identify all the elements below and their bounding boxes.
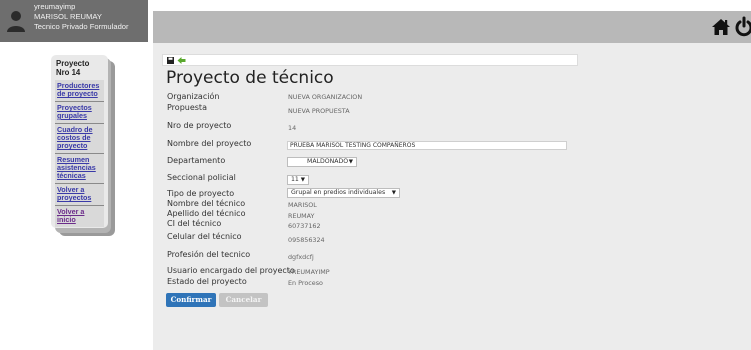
sidebar-link-volver-proyectos[interactable]: Volver a proyectos xyxy=(55,186,104,206)
chevron-down-icon: ▼ xyxy=(300,177,305,183)
page-title: Proyecto de técnico xyxy=(166,68,334,88)
tipo-proyecto-select[interactable]: Grupal en predios individuales ▼ xyxy=(287,188,400,198)
ci-tecnico-label: CI del técnico xyxy=(167,219,222,228)
estado-proyecto-label: Estado del proyecto xyxy=(167,277,247,286)
departamento-selected: MALDONADO xyxy=(307,158,349,165)
nombre-proyecto-input[interactable]: PRUEBA MARISOL TESTING COMPAÑEROS xyxy=(287,141,567,150)
chevron-down-icon: ▼ xyxy=(348,159,353,165)
back-arrow-icon[interactable] xyxy=(177,56,186,65)
nro-proyecto-label: Nro de proyecto xyxy=(167,121,232,130)
sidebar-subtitle: Nro 14 xyxy=(56,68,81,77)
sidebar-link-resumen-asistencias[interactable]: Resumen asistencias técnicas xyxy=(55,156,104,184)
user-panel: yreumayimp MARISOL REUMAY Tecnico Privad… xyxy=(0,0,148,42)
power-icon[interactable] xyxy=(735,16,751,38)
save-icon[interactable] xyxy=(167,57,174,64)
username: yreumayimp xyxy=(34,2,76,11)
apellido-tecnico-value: REUMAY xyxy=(288,212,315,220)
organizacion-value: NUEVA ORGANIZACION xyxy=(288,93,363,101)
propuesta-value: NUEVA PROPUESTA xyxy=(288,107,350,115)
home-icon[interactable] xyxy=(711,17,731,37)
sidebar-link-cuadro-costos[interactable]: Cuadro de costos de proyecto xyxy=(55,126,104,154)
nombre-proyecto-label: Nombre del proyecto xyxy=(167,139,252,148)
nro-proyecto-value: 14 xyxy=(288,124,297,132)
sidebar-title: Proyecto xyxy=(56,59,90,68)
seccional-selected: 11 xyxy=(291,176,299,183)
sidebar-link-productores[interactable]: Productores de proyecto xyxy=(55,82,104,102)
sidebar-link-volver-inicio[interactable]: Volver a inicio xyxy=(55,208,104,227)
top-bar xyxy=(153,11,751,43)
toolbar xyxy=(162,54,578,66)
nombre-tecnico-label: Nombre del técnico xyxy=(167,199,246,208)
nombre-tecnico-value: MARISOL xyxy=(288,201,317,209)
celular-tecnico-value: 095856324 xyxy=(288,236,325,244)
apellido-tecnico-label: Apellido del técnico xyxy=(167,209,246,218)
usuario-encargado-value: YREUMAYIMP xyxy=(288,268,330,276)
seccional-label: Seccional policial xyxy=(167,173,236,182)
tipo-proyecto-label: Tipo de proyecto xyxy=(167,189,235,198)
seccional-select[interactable]: 11 ▼ xyxy=(287,175,309,185)
avatar-icon xyxy=(7,11,25,32)
profesion-tecnico-label: Profesión del tecnico xyxy=(167,250,251,259)
profesion-tecnico-value: dgfxdcfj xyxy=(288,253,314,261)
user-info: yreumayimp MARISOL REUMAY Tecnico Privad… xyxy=(34,2,129,32)
cancel-button[interactable]: Cancelar xyxy=(219,293,268,307)
sidebar-links: Productores de proyecto Proyectos grupal… xyxy=(55,80,104,227)
user-fullname: MARISOL REUMAY xyxy=(34,12,102,21)
organizacion-label: Organización xyxy=(167,92,220,101)
chevron-down-icon: ▼ xyxy=(391,190,396,196)
sidebar: Proyecto Nro 14 Productores de proyecto … xyxy=(51,55,108,228)
estado-proyecto-value: En Proceso xyxy=(288,279,323,287)
propuesta-label: Propuesta xyxy=(167,103,207,112)
departamento-select[interactable]: MALDONADO ▼ xyxy=(287,157,357,167)
celular-tecnico-label: Celular del técnico xyxy=(167,232,242,241)
confirm-button[interactable]: Confirmar xyxy=(166,293,216,307)
ci-tecnico-value: 60737162 xyxy=(288,222,321,230)
sidebar-link-proyectos-grupales[interactable]: Proyectos grupales xyxy=(55,104,104,124)
departamento-label: Departamento xyxy=(167,156,226,165)
usuario-encargado-label: Usuario encargado del proyecto xyxy=(167,266,295,275)
user-role: Tecnico Privado Formulador xyxy=(34,22,129,31)
tipo-proyecto-selected: Grupal en predios individuales xyxy=(291,189,386,196)
